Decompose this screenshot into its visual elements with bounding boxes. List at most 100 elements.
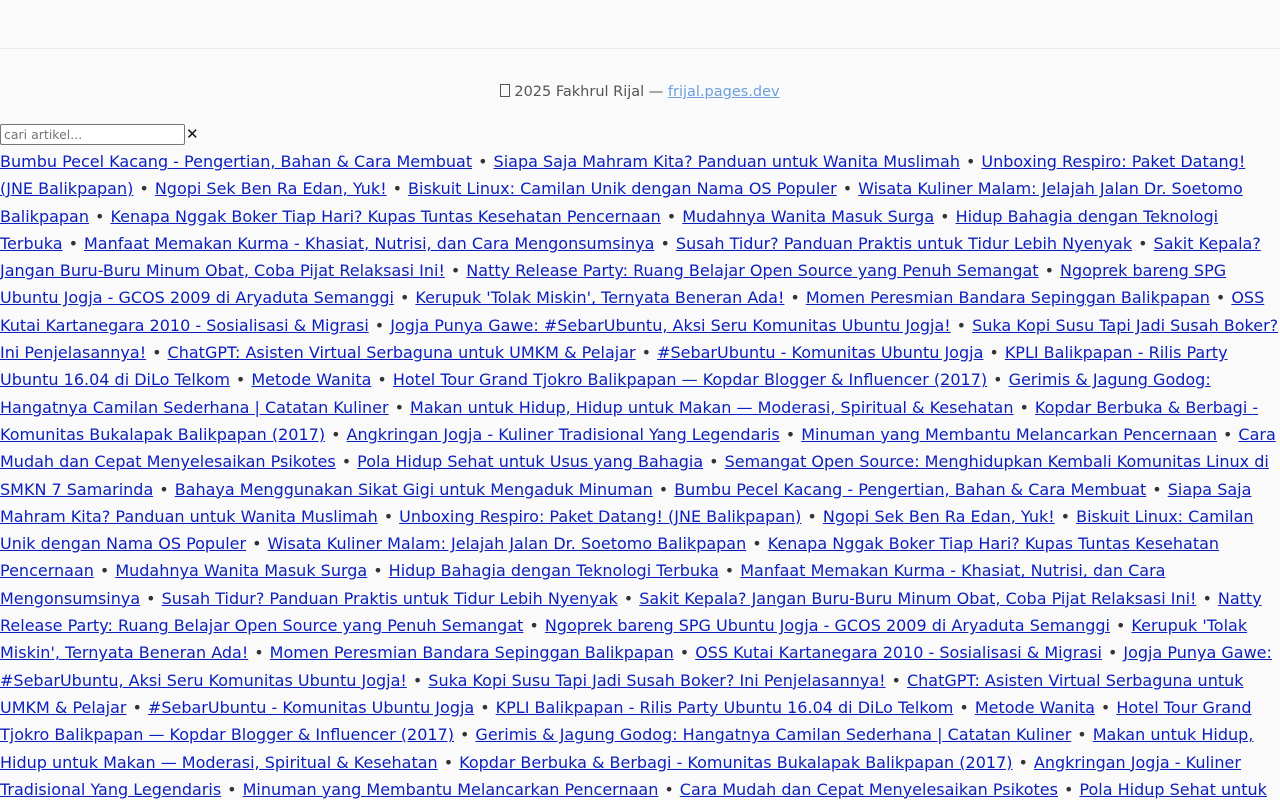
article-link[interactable]: Metode Wanita bbox=[251, 370, 371, 389]
article-link[interactable]: Bumbu Pecel Kacang - Pengertian, Bahan &… bbox=[0, 152, 472, 171]
separator-dot: • bbox=[807, 506, 817, 526]
article-link[interactable]: Gerimis & Jagung Godog: Hangatnya Camila… bbox=[475, 725, 1071, 744]
separator-dot: • bbox=[383, 506, 394, 526]
separator-dot: • bbox=[459, 725, 470, 745]
separator-dot: • bbox=[993, 370, 1003, 390]
article-link[interactable]: Wisata Kuliner Malam: Jelajah Jalan Dr. … bbox=[268, 534, 747, 553]
article-link[interactable]: Kerupuk 'Tolak Miskin', Ternyata Beneran… bbox=[415, 288, 784, 307]
article-link[interactable]: Suka Kopi Susu Tapi Jadi Susah Boker? In… bbox=[428, 671, 885, 690]
separator-dot: • bbox=[152, 343, 162, 363]
separator-dot: • bbox=[842, 179, 853, 199]
separator-dot: • bbox=[374, 315, 385, 335]
article-link[interactable]: Minuman yang Membantu Melancarkan Pencer… bbox=[243, 780, 659, 799]
separator-dot: • bbox=[658, 479, 669, 499]
separator-dot: • bbox=[641, 343, 652, 363]
article-link[interactable]: Makan untuk Hidup, Hidup untuk Makan — M… bbox=[410, 398, 1013, 417]
separator-dot: • bbox=[785, 424, 796, 444]
article-link[interactable]: Manfaat Memakan Kurma - Khasiat, Nutrisi… bbox=[84, 234, 654, 253]
top-header-strip bbox=[0, 0, 1280, 49]
separator-dot: • bbox=[959, 697, 969, 717]
separator-dot: • bbox=[666, 206, 677, 226]
separator-dot: • bbox=[956, 315, 967, 335]
separator-dot: • bbox=[940, 206, 950, 226]
article-link[interactable]: Minuman yang Membantu Melancarkan Pencer… bbox=[801, 425, 1217, 444]
separator-dot: • bbox=[679, 643, 690, 663]
separator-dot: • bbox=[331, 424, 341, 444]
article-link[interactable]: Siapa Saja Mahram Kita? Panduan untuk Wa… bbox=[494, 152, 960, 171]
article-link[interactable]: #SebarUbuntu - Komunitas Ubuntu Jogja bbox=[148, 698, 474, 717]
separator-dot: • bbox=[965, 152, 976, 171]
article-link[interactable]: Biskuit Linux: Camilan Unik dengan Nama … bbox=[408, 179, 837, 198]
article-link[interactable]: Bahaya Menggunakan Sikat Gigi untuk Meng… bbox=[175, 480, 653, 499]
separator-dot: • bbox=[891, 670, 901, 690]
article-link[interactable]: Susah Tidur? Panduan Praktis untuk Tidur… bbox=[162, 589, 618, 608]
separator-dot: • bbox=[1100, 697, 1111, 717]
separator-dot: • bbox=[1115, 616, 1126, 636]
article-link[interactable]: Hidup Bahagia dengan Teknologi Terbuka bbox=[389, 561, 719, 580]
article-link[interactable]: Mudahnya Wanita Masuk Surga bbox=[682, 207, 934, 226]
separator-dot: • bbox=[377, 370, 387, 390]
article-link[interactable]: Ngoprek bareng SPG Ubuntu Jogja - GCOS 2… bbox=[545, 616, 1110, 635]
separator-dot: • bbox=[1077, 725, 1087, 745]
separator-dot: • bbox=[394, 397, 405, 417]
separator-dot: • bbox=[1202, 588, 1212, 608]
article-link[interactable]: Mudahnya Wanita Masuk Surga bbox=[115, 561, 367, 580]
article-link[interactable]: #SebarUbuntu - Komunitas Ubuntu Jogja bbox=[657, 343, 983, 362]
article-link[interactable]: Metode Wanita bbox=[975, 698, 1095, 717]
separator-dot: • bbox=[68, 233, 78, 253]
article-link[interactable]: Momen Peresmian Bandara Sepinggan Balikp… bbox=[270, 643, 674, 662]
article-link[interactable]: Sakit Kepala? Jangan Buru-Buru Minum Oba… bbox=[639, 589, 1196, 608]
separator-dot: • bbox=[1018, 752, 1028, 772]
separator-dot: • bbox=[790, 288, 800, 308]
separator-dot: • bbox=[664, 779, 674, 799]
separator-dot: • bbox=[132, 697, 142, 717]
separator-dot: • bbox=[709, 452, 719, 472]
separator-dot: • bbox=[724, 561, 735, 581]
article-link[interactable]: Hotel Tour Grand Tjokro Balikpapan — Kop… bbox=[393, 370, 987, 389]
article-link[interactable]: Natty Release Party: Ruang Belajar Open … bbox=[466, 261, 1038, 280]
search-input[interactable] bbox=[0, 123, 185, 145]
article-link[interactable]: Susah Tidur? Panduan Praktis untuk Tidur… bbox=[676, 234, 1132, 253]
separator-dot: • bbox=[478, 152, 488, 171]
article-link[interactable]: KPLI Balikpapan - Rilis Party Ubuntu 16.… bbox=[496, 698, 954, 717]
separator-dot: • bbox=[252, 534, 262, 554]
clear-search-icon[interactable]: ✕ bbox=[185, 124, 199, 144]
article-link[interactable]: Jogja Punya Gawe: #SebarUbuntu, Aksi Ser… bbox=[390, 316, 950, 335]
article-link[interactable]: Unboxing Respiro: Paket Datang! (JNE Bal… bbox=[399, 507, 801, 526]
separator-dot: • bbox=[660, 233, 670, 253]
separator-dot: • bbox=[254, 643, 264, 663]
separator-dot: • bbox=[412, 670, 423, 690]
separator-dot: • bbox=[341, 452, 352, 472]
separator-dot: • bbox=[373, 561, 383, 581]
site-link[interactable]: frijal.pages.dev bbox=[668, 84, 780, 100]
separator-dot: • bbox=[392, 179, 403, 199]
article-link[interactable]: Bumbu Pecel Kacang - Pengertian, Bahan &… bbox=[674, 480, 1146, 499]
separator-dot: • bbox=[399, 288, 410, 308]
article-list: Bumbu Pecel Kacang - Pengertian, Bahan &… bbox=[0, 148, 1280, 800]
article-link[interactable]: Ngopi Sek Ben Ra Edan, Yuk! bbox=[155, 179, 387, 198]
search-bar: ✕ bbox=[0, 123, 1280, 145]
article-link[interactable]: Angkringan Jogja - Kuliner Tradisional Y… bbox=[347, 425, 780, 444]
missing-glyph-icon bbox=[500, 84, 511, 97]
separator-dot: • bbox=[227, 779, 237, 799]
separator-dot: • bbox=[1215, 288, 1226, 308]
article-link[interactable]: Kopdar Berbuka & Berbagi - Komunitas Buk… bbox=[459, 753, 1012, 772]
separator-dot: • bbox=[95, 206, 105, 226]
separator-dot: • bbox=[529, 616, 539, 636]
article-link[interactable]: Kenapa Nggak Boker Tiap Hari? Kupas Tunt… bbox=[110, 207, 660, 226]
article-link[interactable]: Ngopi Sek Ben Ra Edan, Yuk! bbox=[823, 507, 1055, 526]
article-link[interactable]: Cara Mudah dan Cepat Menyelesaikan Psiko… bbox=[680, 780, 1058, 799]
separator-dot: • bbox=[989, 343, 999, 363]
article-link[interactable]: Momen Peresmian Bandara Sepinggan Balikp… bbox=[806, 288, 1210, 307]
article-link[interactable]: Pola Hidup Sehat untuk Usus yang Bahagia bbox=[357, 452, 703, 471]
separator-dot: • bbox=[1152, 479, 1162, 499]
article-link[interactable]: OSS Kutai Kartanegara 2010 - Sosialisasi… bbox=[695, 643, 1102, 662]
separator-dot: • bbox=[1044, 261, 1054, 281]
separator-dot: • bbox=[1222, 424, 1233, 444]
separator-dot: • bbox=[235, 370, 246, 390]
separator-dot: • bbox=[752, 534, 762, 554]
article-link[interactable]: ChatGPT: Asisten Virtual Serbaguna untuk… bbox=[168, 343, 636, 362]
separator-dot: • bbox=[1138, 233, 1148, 253]
separator-dot: • bbox=[1060, 506, 1071, 526]
separator-dot: • bbox=[159, 479, 169, 499]
